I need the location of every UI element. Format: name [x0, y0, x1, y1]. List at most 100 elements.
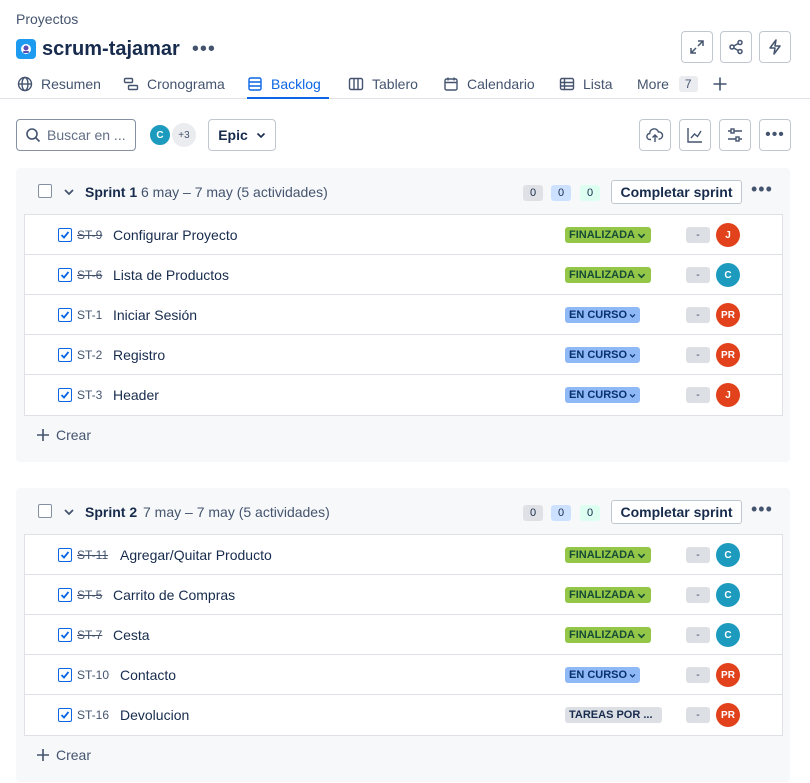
more-actions-button[interactable]: ••• — [759, 119, 791, 151]
epic-filter-button[interactable]: Epic — [208, 119, 276, 151]
status-dropdown[interactable]: FINALIZADA — [565, 587, 651, 603]
estimate-badge[interactable]: - — [686, 227, 710, 243]
tab-more[interactable]: More 7 — [637, 70, 698, 98]
tab-calendario[interactable]: Calendario — [443, 70, 535, 98]
avatar-filter[interactable]: C — [148, 123, 172, 147]
estimate-badge[interactable]: - — [686, 707, 710, 723]
list-item[interactable]: ST-16 Devolucion TAREAS POR ... - PR — [25, 695, 782, 735]
status-label: EN CURSO — [569, 389, 628, 401]
tab-tablero[interactable]: Tablero — [348, 70, 418, 98]
chevron-down-icon — [637, 553, 646, 558]
avatar[interactable]: J — [716, 223, 740, 247]
checkbox-icon — [58, 628, 72, 642]
status-dropdown[interactable]: EN CURSO — [565, 387, 640, 403]
list-item[interactable]: ST-9 Configurar Proyecto FINALIZADA - J — [25, 215, 782, 255]
sprint-select-checkbox[interactable] — [38, 184, 52, 198]
estimate-badge[interactable]: - — [686, 667, 710, 683]
list-item[interactable]: ST-6 Lista de Productos FINALIZADA - C — [25, 255, 782, 295]
view-settings-button[interactable] — [719, 119, 751, 151]
complete-sprint-button[interactable]: Completar sprint — [611, 180, 742, 204]
chevron-down-icon[interactable] — [63, 186, 75, 198]
issue-title: Contacto — [120, 667, 177, 683]
issue-key[interactable]: ST-16 — [77, 708, 109, 722]
avatar[interactable]: C — [716, 543, 740, 567]
create-issue-button[interactable]: Crear — [36, 747, 91, 763]
fullscreen-button[interactable] — [681, 31, 713, 63]
top-actions — [681, 31, 791, 63]
issue-title: Iniciar Sesión — [113, 307, 198, 323]
status-dropdown[interactable]: TAREAS POR ... — [565, 707, 662, 723]
chevron-down-icon — [256, 132, 265, 139]
more-avatars-button[interactable]: +3 — [172, 123, 196, 147]
issue-key[interactable]: ST-9 — [77, 228, 102, 242]
automation-button[interactable] — [759, 31, 791, 63]
upload-button[interactable] — [639, 119, 671, 151]
issue-key[interactable]: ST-2 — [77, 348, 102, 362]
share-icon — [729, 39, 743, 55]
checkbox-icon — [58, 388, 72, 402]
search-input[interactable] — [47, 127, 135, 143]
status-dropdown[interactable]: EN CURSO — [565, 667, 640, 683]
estimate-badge[interactable]: - — [686, 547, 710, 563]
issue-key[interactable]: ST-10 — [77, 668, 109, 682]
issue-key[interactable]: ST-6 — [77, 268, 102, 282]
list-item[interactable]: ST-3 Header EN CURSO - J — [25, 375, 782, 415]
status-dropdown[interactable]: FINALIZADA — [565, 267, 651, 283]
plus-icon — [37, 429, 49, 441]
estimate-badge[interactable]: - — [686, 347, 710, 363]
count-done: 0 — [580, 185, 600, 201]
issue-key[interactable]: ST-1 — [77, 308, 102, 322]
more-count-badge: 7 — [678, 76, 698, 92]
chevron-down-icon[interactable] — [63, 506, 75, 518]
share-button[interactable] — [720, 31, 752, 63]
estimate-badge[interactable]: - — [686, 307, 710, 323]
chevron-down-icon — [629, 353, 636, 358]
avatar[interactable]: C — [716, 263, 740, 287]
avatar[interactable]: C — [716, 623, 740, 647]
issue-key[interactable]: ST-7 — [77, 628, 102, 642]
list-item[interactable]: ST-7 Cesta FINALIZADA - C — [25, 615, 782, 655]
avatar[interactable]: PR — [716, 343, 740, 367]
create-issue-button[interactable]: Crear — [36, 427, 91, 443]
avatar[interactable]: PR — [716, 663, 740, 687]
issue-list: ST-9 Configurar Proyecto FINALIZADA - J … — [24, 214, 783, 416]
status-label: FINALIZADA — [569, 549, 635, 561]
tab-resumen[interactable]: Resumen — [17, 70, 101, 98]
status-dropdown[interactable]: FINALIZADA — [565, 227, 651, 243]
issue-key[interactable]: ST-5 — [77, 588, 102, 602]
tab-cronograma[interactable]: Cronograma — [123, 70, 225, 98]
avatar[interactable]: PR — [716, 303, 740, 327]
project-more-button[interactable]: ••• — [192, 38, 216, 61]
complete-sprint-button[interactable]: Completar sprint — [611, 500, 742, 524]
avatar[interactable]: C — [716, 583, 740, 607]
checkbox-icon — [58, 268, 72, 282]
estimate-badge[interactable]: - — [686, 627, 710, 643]
avatar[interactable]: PR — [716, 703, 740, 727]
issue-key[interactable]: ST-11 — [77, 548, 108, 562]
sprint-more-button[interactable]: ••• — [751, 180, 773, 198]
list-item[interactable]: ST-2 Registro EN CURSO - PR — [25, 335, 782, 375]
project-header: scrum-tajamar ••• — [16, 36, 216, 62]
list-item[interactable]: ST-5 Carrito de Compras FINALIZADA - C — [25, 575, 782, 615]
sprint-more-button[interactable]: ••• — [751, 500, 773, 518]
avatar[interactable]: J — [716, 383, 740, 407]
estimate-badge[interactable]: - — [686, 267, 710, 283]
breadcrumb[interactable]: Proyectos — [16, 11, 78, 27]
search-box[interactable] — [16, 119, 136, 151]
insights-button[interactable] — [679, 119, 711, 151]
estimate-badge[interactable]: - — [686, 587, 710, 603]
tab-backlog[interactable]: Backlog — [247, 70, 329, 99]
status-dropdown[interactable]: FINALIZADA — [565, 547, 651, 563]
status-dropdown[interactable]: EN CURSO — [565, 307, 640, 323]
list-item[interactable]: ST-1 Iniciar Sesión EN CURSO - PR — [25, 295, 782, 335]
add-tab-button[interactable] — [712, 70, 728, 98]
status-dropdown[interactable]: EN CURSO — [565, 347, 640, 363]
list-item[interactable]: ST-11 Agregar/Quitar Producto FINALIZADA… — [25, 535, 782, 575]
status-dropdown[interactable]: FINALIZADA — [565, 627, 651, 643]
estimate-badge[interactable]: - — [686, 387, 710, 403]
sprint-select-checkbox[interactable] — [38, 504, 52, 518]
board-icon — [348, 77, 364, 91]
issue-key[interactable]: ST-3 — [77, 388, 102, 402]
list-item[interactable]: ST-10 Contacto EN CURSO - PR — [25, 655, 782, 695]
tab-lista[interactable]: Lista — [559, 70, 613, 98]
